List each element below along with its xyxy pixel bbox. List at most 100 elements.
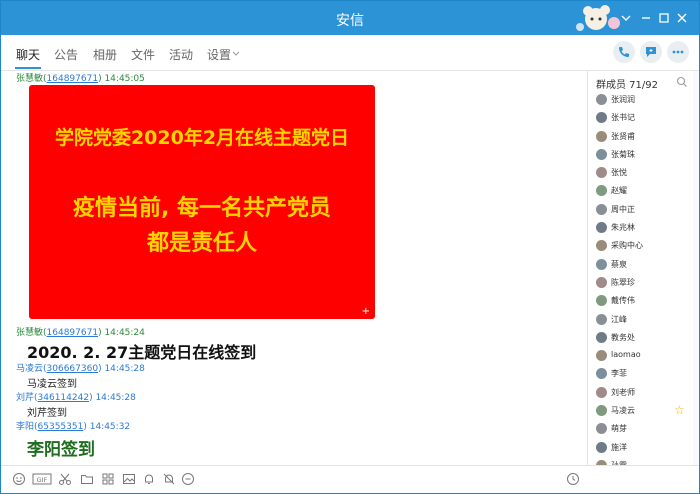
- member-item[interactable]: 马凌云 ☆: [588, 402, 699, 420]
- member-item[interactable]: 周中正: [588, 201, 699, 219]
- member-count: 群成员 71/92: [596, 80, 658, 91]
- avatar: [596, 94, 607, 105]
- scissors-icon[interactable]: [58, 472, 72, 486]
- member-item[interactable]: 江峰: [588, 311, 699, 329]
- history-clock-icon[interactable]: [566, 472, 580, 486]
- message-button[interactable]: [640, 41, 662, 63]
- avatar: [596, 112, 607, 124]
- message-text: 马凌云签到: [27, 379, 77, 390]
- chevron-down-icon[interactable]: [232, 50, 240, 58]
- avatar: [596, 405, 607, 417]
- avatar: [596, 240, 607, 252]
- member-name: 陈翠珍: [611, 277, 635, 287]
- close-icon[interactable]: [674, 10, 690, 26]
- mute-bell-icon[interactable]: [162, 472, 176, 486]
- avatar: [596, 295, 607, 307]
- member-name: 张书记: [611, 113, 635, 123]
- member-name: 施洋: [611, 442, 627, 452]
- avatar: [596, 258, 607, 270]
- sender-id-link[interactable]: 164897671: [47, 74, 99, 84]
- avatar: [596, 203, 607, 215]
- member-name: 张润润: [611, 95, 635, 104]
- sender-id-link[interactable]: 346114242: [38, 393, 90, 403]
- member-item[interactable]: 教务处: [588, 329, 699, 347]
- message-text: 2020. 2. 27主题党日在线签到: [27, 343, 257, 362]
- avatar: [596, 222, 607, 234]
- star-icon: ☆: [674, 403, 685, 418]
- minimize-icon[interactable]: [638, 10, 654, 26]
- poster-line-2: 疫情当前, 每一名共产党员: [72, 196, 332, 221]
- member-item[interactable]: 李菲: [588, 365, 699, 383]
- tab-chat[interactable]: 聊天: [16, 46, 40, 63]
- expand-image-icon[interactable]: +: [362, 306, 370, 317]
- message-meta: 李阳(65355351) 14:45:32: [16, 422, 131, 432]
- member-item[interactable]: 张贤甫: [588, 128, 699, 146]
- active-tab-indicator: [15, 67, 41, 69]
- tab-album[interactable]: 相册: [93, 46, 117, 63]
- voice-call-button[interactable]: [613, 41, 635, 63]
- phone-icon: [619, 47, 629, 57]
- member-item[interactable]: 张润润: [588, 91, 699, 109]
- member-list[interactable]: 张润润张书记张贤甫张菊珠张悦赵耀 周中正 朱兆林采购中心蔡泉陈翠珍戴传伟 江峰教务处 l…: [588, 91, 699, 465]
- member-item[interactable]: 采购中心: [588, 237, 699, 255]
- message-meta: 张慧敏(164897671) 14:45:05: [16, 74, 145, 84]
- maximize-icon[interactable]: [656, 10, 672, 26]
- member-item[interactable]: 施洋: [588, 439, 699, 457]
- tab-settings[interactable]: 设置: [207, 46, 231, 63]
- member-item[interactable]: 赵耀: [588, 182, 699, 200]
- member-name: 张悦: [611, 168, 627, 178]
- search-icon[interactable]: [676, 76, 688, 88]
- sender-id-link[interactable]: 65355351: [38, 422, 84, 432]
- sender-id-link[interactable]: 164897671: [47, 328, 99, 338]
- avatar: [596, 276, 607, 288]
- message-text: 刘芹签到: [27, 408, 67, 419]
- folder-icon[interactable]: [80, 472, 94, 486]
- avatar: [596, 148, 607, 160]
- chat-message-area[interactable]: 张慧敏(164897671) 14:45:05 学院党委2020年2月在线主题党…: [1, 71, 587, 465]
- avatar: [596, 368, 607, 380]
- member-item[interactable]: 刘老师: [588, 384, 699, 402]
- member-item[interactable]: 张菊珠: [588, 146, 699, 164]
- member-name: laomao: [611, 350, 641, 360]
- tab-bar: 聊天 公告 相册 文件 活动 设置: [1, 35, 699, 71]
- gif-icon[interactable]: GIF: [32, 472, 52, 486]
- sender-id-link[interactable]: 306667360: [47, 364, 99, 374]
- member-item[interactable]: 萌芽: [588, 420, 699, 438]
- tab-activity[interactable]: 活动: [169, 46, 193, 63]
- dropdown-menu-icon[interactable]: [618, 10, 634, 26]
- member-item[interactable]: 张悦: [588, 164, 699, 182]
- member-item[interactable]: 张书记: [588, 109, 699, 127]
- member-scrollbar[interactable]: [693, 71, 698, 465]
- mascot-decoration-icon: [576, 5, 620, 31]
- emoji-icon[interactable]: [12, 472, 26, 486]
- avatar: [596, 423, 607, 435]
- member-item[interactable]: 孙霞: [588, 457, 699, 465]
- member-item[interactable]: 蔡泉: [588, 256, 699, 274]
- member-name: 张贤甫: [611, 131, 635, 141]
- member-name: 教务处: [611, 332, 635, 342]
- message-meta: 马凌云(306667360) 14:45:28: [16, 364, 145, 374]
- avatar: [596, 313, 607, 325]
- member-item[interactable]: 陈翠珍: [588, 274, 699, 292]
- member-item[interactable]: 戴传伟: [588, 292, 699, 310]
- avatar: [596, 441, 607, 453]
- apps-icon[interactable]: [101, 472, 115, 486]
- member-name: 萌芽: [611, 424, 627, 434]
- poster-line-3: 都是责任人: [146, 231, 257, 256]
- app-window: 安信 聊天 公告 相册 文件 活动 设置 张慧敏(164897671) 14:4…: [0, 0, 700, 494]
- more-button[interactable]: [667, 41, 689, 63]
- member-item[interactable]: 朱兆林: [588, 219, 699, 237]
- avatar: [596, 130, 607, 142]
- image-message-poster[interactable]: 学院党委2020年2月在线主题党日 疫情当前, 每一名共产党员 都是责任人 +: [29, 85, 375, 319]
- more-circle-icon[interactable]: [181, 472, 195, 486]
- member-name: 蔡泉: [611, 259, 627, 269]
- tab-announcement[interactable]: 公告: [54, 46, 78, 63]
- message-text: 李阳签到: [27, 440, 95, 460]
- image-icon[interactable]: [122, 472, 136, 486]
- member-item[interactable]: laomao: [588, 347, 699, 365]
- member-name: 采购中心: [611, 241, 643, 251]
- title-bar: 安信: [1, 1, 699, 35]
- avatar: [596, 185, 607, 197]
- tab-files[interactable]: 文件: [131, 46, 155, 63]
- shake-bell-icon[interactable]: [142, 472, 156, 486]
